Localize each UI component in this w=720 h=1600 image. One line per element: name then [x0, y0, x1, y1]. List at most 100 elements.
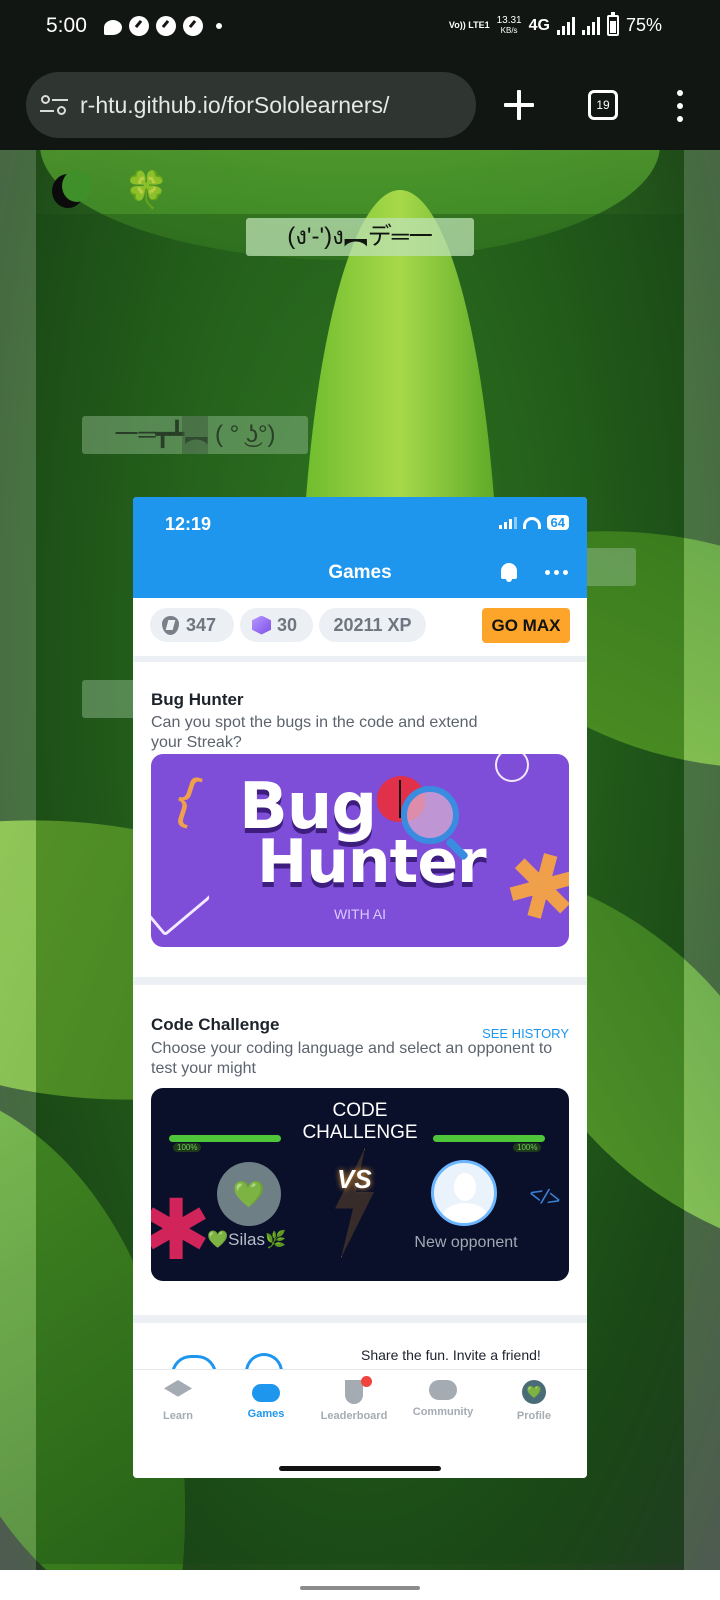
- code-challenge-banner[interactable]: ✱ </> CODE CHALLENGE 100% 100% 💚 VS 💚Sil…: [151, 1088, 569, 1281]
- side-band: [0, 150, 36, 1570]
- opponent-health-percent: 100%: [513, 1143, 542, 1152]
- side-band: [684, 150, 720, 1570]
- bug-hunter-description: Can you spot the bugs in the code and ex…: [151, 714, 478, 751]
- tab-switcher-button[interactable]: 19: [588, 90, 618, 120]
- network-type: 4G: [528, 16, 550, 34]
- signal-icon: [581, 16, 600, 35]
- clover-icon[interactable]: 🍀: [124, 170, 169, 210]
- magnifier-icon: [401, 786, 459, 844]
- chat-bubble-icon: [429, 1380, 457, 1400]
- player-health-percent: 100%: [173, 1143, 202, 1152]
- opponent-health-bar: [433, 1135, 545, 1142]
- notification-badge: [361, 1376, 372, 1387]
- more-notifications-dot-icon: [216, 23, 222, 29]
- address-bar[interactable]: r-htu.github.io/forSololearners/: [26, 72, 476, 138]
- network-speed-unit: KB/s: [500, 25, 518, 35]
- home-indicator: [279, 1466, 441, 1471]
- opponent-avatar[interactable]: [431, 1160, 497, 1226]
- bits-counter[interactable]: 347: [150, 608, 234, 642]
- xp-value: 20211 XP: [333, 614, 412, 635]
- tab-leaderboard[interactable]: Leaderboard: [309, 1376, 399, 1422]
- tab-learn[interactable]: Learn: [133, 1376, 223, 1422]
- player-name: 💚Silas🌿: [207, 1230, 287, 1249]
- banner-subtitle: WITH AI: [333, 906, 387, 922]
- kaomoji-overlay: [182, 416, 208, 454]
- compass-notification-icon: [129, 16, 149, 36]
- status-bar: 5:00 Vo)) LTE1 13.31 KB/s 4G 75%: [0, 0, 720, 54]
- new-tab-button[interactable]: [502, 88, 536, 122]
- decorative-star: ✱: [493, 830, 569, 945]
- stats-row: 347 30 20211 XP GO MAX: [133, 598, 587, 662]
- gems-counter[interactable]: 30: [240, 608, 313, 642]
- app-status-indicators: 64: [498, 515, 569, 530]
- tab-community[interactable]: Community: [398, 1376, 488, 1418]
- code-challenge-description: Choose your coding language and select a…: [151, 1040, 553, 1077]
- player-health-bar: [169, 1135, 281, 1142]
- decorative-ring: [495, 754, 529, 782]
- bug-hunter-banner[interactable]: { ✱ Bug Hunter WITH AI: [151, 754, 569, 947]
- gamepad-icon: [252, 1384, 280, 1402]
- bell-icon[interactable]: [501, 563, 517, 582]
- invite-text: Share the fun. Invite a friend!: [361, 1347, 541, 1363]
- tab-label: Profile: [516, 1410, 552, 1422]
- notification-icons: [104, 16, 222, 36]
- tab-profile[interactable]: 💚 Profile: [489, 1376, 579, 1422]
- site-settings-icon[interactable]: [40, 93, 68, 117]
- tab-games[interactable]: Games: [221, 1376, 311, 1420]
- gem-icon: [252, 615, 271, 635]
- gesture-handle[interactable]: [300, 1586, 420, 1590]
- app-battery-badge: 64: [546, 515, 569, 530]
- profile-avatar-icon: 💚: [522, 1380, 546, 1404]
- app-status-time: 12:19: [165, 514, 212, 534]
- opponent-name[interactable]: New opponent: [391, 1234, 541, 1252]
- url-text[interactable]: r-htu.github.io/forSololearners/: [80, 92, 389, 119]
- tab-label: Games: [247, 1408, 285, 1420]
- kaomoji-box-faded[interactable]: 一═┳┻︻ ( ° ͜ʖ°): [82, 416, 308, 454]
- app-header: 12:19 64 Games: [133, 497, 587, 598]
- compass-notification-icon: [156, 16, 176, 36]
- bottom-tab-bar: Learn Games Leaderboard Community 💚 Prof…: [133, 1369, 587, 1478]
- signal-icon: [498, 516, 517, 529]
- compass-notification-icon: [183, 16, 203, 36]
- decorative-brace: {: [169, 763, 207, 830]
- gems-value: 30: [277, 614, 298, 635]
- app-title: Games: [328, 562, 392, 583]
- trophy-icon: [345, 1376, 372, 1404]
- dark-mode-moon-icon[interactable]: [52, 170, 92, 208]
- go-max-button[interactable]: GO MAX: [482, 608, 570, 643]
- xp-counter[interactable]: 20211 XP: [319, 608, 426, 642]
- browser-toolbar: r-htu.github.io/forSololearners/ 19: [0, 54, 720, 150]
- gesture-bar: [0, 1570, 720, 1600]
- tab-label: Learn: [163, 1410, 193, 1422]
- code-challenge-card[interactable]: Code Challenge SEE HISTORY Choose your c…: [133, 993, 587, 1323]
- bug-hunter-title: Bug Hunter: [151, 690, 244, 709]
- versus-label: VS: [337, 1164, 372, 1194]
- battery-icon: [606, 12, 619, 36]
- battery-percent: 75%: [625, 15, 662, 35]
- signal-icon: [556, 16, 575, 35]
- volte-indicator: Vo)) LTE1: [448, 20, 490, 30]
- browser-menu-button[interactable]: [674, 90, 686, 122]
- player-avatar: 💚: [217, 1162, 281, 1226]
- more-options-icon[interactable]: [545, 570, 568, 575]
- network-speed-value: 13.31: [496, 14, 522, 26]
- system-indicators: Vo)) LTE1 13.31 KB/s 4G 75%: [448, 12, 662, 36]
- kaomoji-box-partial[interactable]: [82, 680, 138, 718]
- invite-card[interactable]: Share the fun. Invite a friend!: [133, 1331, 587, 1375]
- code-tag-icon: </>: [526, 1180, 564, 1213]
- network-speed: 13.31 KB/s: [496, 14, 522, 36]
- bits-value: 347: [186, 614, 217, 635]
- tab-label: Community: [412, 1406, 474, 1418]
- graduation-cap-icon: [164, 1380, 192, 1397]
- kaomoji-box[interactable]: (ง'-')ง︻デ═一: [246, 218, 474, 256]
- code-challenge-title: Code Challenge: [151, 1015, 280, 1034]
- chat-notification-icon: [104, 19, 122, 35]
- bug-hunter-card[interactable]: Bug Hunter Can you spot the bugs in the …: [133, 668, 587, 985]
- decorative-star: ✱: [151, 1183, 212, 1277]
- tab-label: Leaderboard: [320, 1410, 388, 1422]
- bits-icon: [162, 615, 179, 635]
- status-time: 5:00: [46, 14, 87, 37]
- app-screenshot: 12:19 64 Games 347 30 20211 XP GO MAX Bu…: [133, 497, 587, 1478]
- wifi-icon: [522, 516, 541, 529]
- decorative-check: [151, 867, 211, 937]
